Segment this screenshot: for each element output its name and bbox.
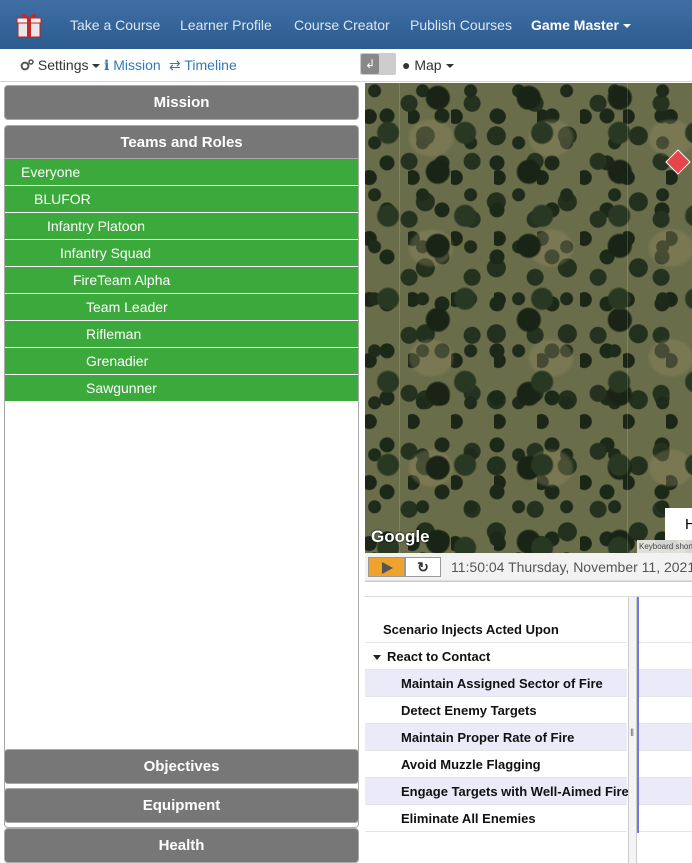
settings-label: Settings [37,57,89,73]
team-item-label: BLUFOR [34,191,91,207]
timeline-group-row[interactable]: React to Contact [365,643,627,670]
settings-dropdown[interactable]: Settings [20,57,101,73]
left-panel: Mission Teams and Roles Everyone BLUFOR In… [0,83,362,863]
reset-button[interactable]: ↻ [405,557,441,577]
team-item-label: Sawgunner [86,380,157,396]
timeline-row[interactable]: Maintain Assigned Sector of Fire [365,670,627,697]
timeline-cursor[interactable] [637,597,639,833]
team-item-label: Rifleman [86,326,142,342]
team-item[interactable]: FireTeam Alpha [5,267,358,294]
gift-logo-icon[interactable] [14,9,44,39]
satellite-map[interactable]: H Google Keyboard shortcuts [365,83,692,553]
timeline-row-label: Avoid Muzzle Flagging [401,757,541,772]
timeline-track-cell[interactable] [637,724,692,751]
map-info-label: H [665,508,692,540]
teams-and-roles-panel: Teams and Roles Everyone BLUFOR Infantry P… [4,125,359,828]
keyboard-shortcuts-link[interactable]: Keyboard shortcuts [637,540,692,553]
nav-publish-courses[interactable]: Publish Courses [410,17,512,33]
info-icon: i [104,58,110,74]
map-grid-line [627,83,628,553]
timeline-track-cell[interactable] [637,670,692,697]
team-item-label: Team Leader [86,299,168,315]
nav-course-creator[interactable]: Course Creator [294,17,390,33]
expand-caret-icon[interactable] [373,655,381,661]
timeline-row[interactable]: Scenario Injects Acted Upon [365,616,627,643]
timeline-row-label: React to Contact [387,649,491,664]
mission-link[interactable]: i Mission [104,57,161,74]
map-label: Map [414,57,442,73]
teams-panel-header[interactable]: Teams and Roles [5,126,358,159]
timeline-row-label: Engage Targets with Well-Aimed Fire [401,784,629,799]
timeline-track-cell[interactable] [637,805,692,832]
exchange-arrows-icon: ⇄ [169,57,181,73]
collapse-arrow-icon: ↲ [361,54,379,74]
team-item[interactable]: Sawgunner [5,375,358,402]
team-item[interactable]: Rifleman [5,321,358,348]
team-item[interactable]: Infantry Platoon [5,213,358,240]
mission-link-label: Mission [113,57,161,73]
timeline-row-label: Maintain Assigned Sector of Fire [401,676,603,691]
timeline-track-cell[interactable] [637,751,692,778]
nav-game-master-dropdown[interactable]: Game Master [531,17,631,33]
timeline-row[interactable]: Avoid Muzzle Flagging [365,751,627,778]
team-item-label: Infantry Platoon [47,218,146,234]
toolbar: Settings i Mission ⇄ Timeline ● Map [0,49,692,82]
timeline-link[interactable]: ⇄ Timeline [169,57,237,74]
map-dropdown[interactable]: ● Map [402,57,454,73]
team-item[interactable]: Infantry Squad [5,240,358,267]
team-item-label: Infantry Squad [60,245,152,261]
globe-icon: ● [402,57,411,73]
objectives-panel-header[interactable]: Objectives [4,749,359,784]
playback-timestamp: 11:50:04 Thursday, November 11, 2021 [451,559,692,575]
team-item-label: Everyone [21,164,81,180]
gears-icon [20,59,34,71]
nav-learner-profile[interactable]: Learner Profile [180,17,272,33]
play-button[interactable] [368,557,405,577]
team-item[interactable]: Team Leader [5,294,358,321]
caret-down-icon [622,24,631,29]
panel-toggle-switch[interactable]: ↲ [360,53,396,75]
team-list: Everyone BLUFOR Infantry Platoon Infantry S… [5,159,358,402]
timeline-row[interactable]: Eliminate All Enemies [365,805,627,832]
timeline-panel: Scenario Injects Acted Upon React to Cont… [365,581,692,863]
timeline-row[interactable]: Engage Targets with Well-Aimed Fire [365,778,629,805]
splitter-grip-icon[interactable]: ‖ [630,728,634,739]
map-grid-line [399,83,400,553]
equipment-panel-header[interactable]: Equipment [4,788,359,823]
refresh-icon: ↻ [417,559,429,575]
timeline-header-line [365,596,692,597]
timeline-track-cell[interactable] [637,697,692,724]
team-item-label: FireTeam Alpha [73,272,171,288]
map-unit-marker-icon[interactable] [665,149,691,175]
team-item[interactable]: Grenadier [5,348,358,375]
caret-down-icon [92,64,101,69]
timeline-link-label: Timeline [184,57,237,73]
team-item-label: Grenadier [86,353,149,369]
timeline-track-cell[interactable] [637,616,692,643]
timeline-row[interactable]: Maintain Proper Rate of Fire [365,724,627,751]
playback-bar: ↻ 11:50:04 Thursday, November 11, 2021 [365,553,692,581]
top-navbar: Take a Course Learner Profile Course Cre… [0,0,692,49]
timeline-track-cell[interactable] [637,778,692,805]
timeline-row-label: Detect Enemy Targets [401,703,537,718]
caret-down-icon [445,64,454,69]
mission-panel-header[interactable]: Mission [4,85,359,120]
google-attribution: Google [371,527,430,546]
health-panel-header[interactable]: Health [4,828,359,863]
timeline-row-label: Maintain Proper Rate of Fire [401,730,575,745]
nav-game-master-label: Game Master [531,17,619,33]
timeline-track-cell[interactable] [637,643,692,670]
timeline-row-label: Eliminate All Enemies [401,811,536,826]
timeline-row-label: Scenario Injects Acted Upon [383,622,559,637]
timeline-row[interactable]: Detect Enemy Targets [365,697,627,724]
team-item[interactable]: BLUFOR [5,186,358,213]
nav-take-a-course[interactable]: Take a Course [70,17,160,33]
team-item[interactable]: Everyone [5,159,358,186]
